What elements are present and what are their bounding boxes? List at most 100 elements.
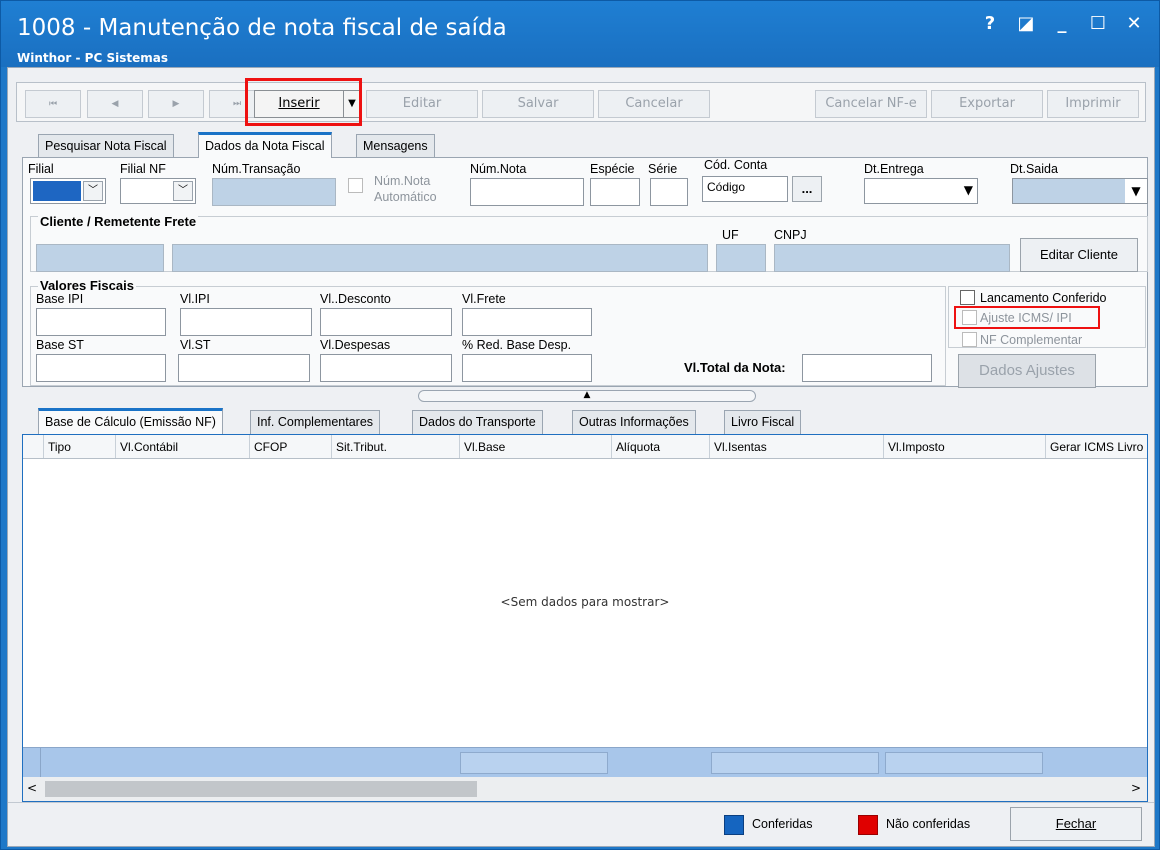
vl-desconto-field[interactable] xyxy=(320,308,452,336)
tab-dados-transporte[interactable]: Dados do Transporte xyxy=(412,410,543,434)
num-transacao-field[interactable] xyxy=(212,178,336,206)
fechar-button[interactable]: Fechar xyxy=(1010,807,1142,841)
uf-label: UF xyxy=(722,228,739,242)
maximize-icon[interactable]: ☐ xyxy=(1087,13,1109,34)
nao-conferidas-legend-label: Não conferidas xyxy=(886,817,971,831)
tab-pesquisar-nota[interactable]: Pesquisar Nota Fiscal xyxy=(38,134,174,158)
cod-conta-field[interactable]: Código xyxy=(702,176,788,202)
vl-st-field[interactable] xyxy=(178,354,310,382)
num-nota-auto-label: Núm.Nota xyxy=(374,174,431,188)
especie-field[interactable] xyxy=(590,178,640,206)
editar-button[interactable]: Editar xyxy=(366,90,478,118)
cod-conta-label: Cód. Conta xyxy=(704,158,768,172)
tab-mensagens[interactable]: Mensagens xyxy=(356,134,435,158)
status-bar: Conferidas Não conferidas Fechar xyxy=(8,802,1154,846)
tab-base-calculo[interactable]: Base de Cálculo (Emissão NF) xyxy=(38,408,223,434)
grid-header: Tipo Vl.Contábil CFOP Sit.Tribut. Vl.Bas… xyxy=(23,435,1147,459)
dt-entrega-label: Dt.Entrega xyxy=(864,162,924,176)
cancelar-button[interactable]: Cancelar xyxy=(598,90,710,118)
vl-total-label: Vl.Total da Nota: xyxy=(684,360,786,375)
grid-indicator-col xyxy=(23,435,43,458)
red-base-desp-label: % Red. Base Desp. xyxy=(462,338,572,352)
num-nota-field[interactable] xyxy=(470,178,584,206)
col-vl-contabil[interactable]: Vl.Contábil xyxy=(115,435,249,458)
chevron-down-icon: ﹀ xyxy=(173,181,193,201)
base-ipi-field[interactable] xyxy=(36,308,166,336)
filial-nf-select[interactable]: ﹀ xyxy=(120,178,196,204)
vl-ipi-label: Vl.IPI xyxy=(180,292,210,306)
summary-vl-base xyxy=(460,752,608,774)
scroll-thumb[interactable] xyxy=(45,781,477,797)
title-bar: 1008 - Manutenção de nota fiscal de saíd… xyxy=(1,1,1159,67)
cnpj-field[interactable] xyxy=(774,244,1010,272)
red-base-desp-field[interactable] xyxy=(462,354,592,382)
chevron-up-icon: ▲ xyxy=(583,390,591,400)
cancelar-nfe-button[interactable]: Cancelar NF-e xyxy=(815,90,927,118)
cliente-codigo-field[interactable] xyxy=(36,244,164,272)
lancamento-conferido-checkbox[interactable] xyxy=(960,290,975,305)
serie-field[interactable] xyxy=(650,178,688,206)
splitter-handle[interactable]: ▲ xyxy=(418,390,756,402)
minimize-icon[interactable]: _ xyxy=(1051,13,1073,34)
col-vl-imposto[interactable]: Vl.Imposto xyxy=(883,435,1045,458)
cliente-nome-field[interactable] xyxy=(172,244,708,272)
scroll-right-icon[interactable]: > xyxy=(1131,781,1141,795)
num-nota-automatico-checkbox[interactable] xyxy=(348,178,363,193)
col-cfop[interactable]: CFOP xyxy=(249,435,331,458)
col-gerar-icms-livro[interactable]: Gerar ICMS Livro xyxy=(1045,435,1147,458)
main-panel: ⏮ ◀ ▶ ⏭ Inserir ▼ Editar Salvar Cancelar… xyxy=(7,67,1155,847)
filial-label: Filial xyxy=(28,162,54,176)
filial-select[interactable]: ﹀ xyxy=(30,178,106,204)
valores-fiscais-label: Valores Fiscais xyxy=(38,278,136,293)
conferidas-legend-swatch xyxy=(724,815,744,835)
base-ipi-label: Base IPI xyxy=(36,292,84,306)
conferidas-legend-label: Conferidas xyxy=(752,817,813,831)
editar-cliente-button[interactable]: Editar Cliente xyxy=(1020,238,1138,272)
window-title: 1008 - Manutenção de nota fiscal de saíd… xyxy=(17,15,507,41)
vl-ipi-field[interactable] xyxy=(180,308,312,336)
dados-ajustes-button[interactable]: Dados Ajustes xyxy=(958,354,1096,388)
prev-record-button[interactable]: ◀ xyxy=(87,90,143,118)
num-transacao-label: Núm.Transação xyxy=(212,162,301,176)
exportar-button[interactable]: Exportar xyxy=(931,90,1043,118)
uf-field[interactable] xyxy=(716,244,766,272)
window-controls: ? ◪ _ ☐ ✕ xyxy=(979,13,1145,34)
tab-livro-fiscal[interactable]: Livro Fiscal xyxy=(724,410,802,434)
lancamento-conferido-label: Lancamento Conferido xyxy=(980,291,1107,305)
dt-entrega-picker[interactable]: ▼ xyxy=(864,178,978,204)
ajuste-icms-highlight xyxy=(954,306,1100,329)
horizontal-scrollbar[interactable]: < > xyxy=(23,777,1147,801)
help-icon[interactable]: ? xyxy=(979,13,1001,34)
cod-conta-lookup-button[interactable]: ... xyxy=(792,176,822,202)
especie-label: Espécie xyxy=(590,162,635,176)
base-st-field[interactable] xyxy=(36,354,166,382)
inserir-highlight xyxy=(245,78,362,126)
nf-complementar-checkbox[interactable] xyxy=(962,332,977,347)
salvar-button[interactable]: Salvar xyxy=(482,90,594,118)
vl-despesas-field[interactable] xyxy=(320,354,452,382)
col-sit-tribut[interactable]: Sit.Tribut. xyxy=(331,435,459,458)
first-record-button[interactable]: ⏮ xyxy=(25,90,81,118)
tab-inf-complementares[interactable]: Inf. Complementares xyxy=(250,410,381,434)
dt-saida-picker[interactable]: ▼ xyxy=(1012,178,1148,204)
summary-vl-imposto xyxy=(885,752,1043,774)
col-vl-isentas[interactable]: Vl.Isentas xyxy=(709,435,883,458)
serie-label: Série xyxy=(648,162,678,176)
col-tipo[interactable]: Tipo xyxy=(43,435,115,458)
cliente-group-label: Cliente / Remetente Frete xyxy=(38,214,199,229)
vl-frete-field[interactable] xyxy=(462,308,592,336)
tab-outras-informacoes[interactable]: Outras Informações xyxy=(572,410,696,434)
vl-total-field[interactable] xyxy=(802,354,932,382)
tab-dados-nota[interactable]: Dados da Nota Fiscal xyxy=(198,132,332,158)
scroll-left-icon[interactable]: < xyxy=(27,781,37,795)
window-subtitle: Winthor - PC Sistemas xyxy=(17,51,168,65)
close-icon[interactable]: ✕ xyxy=(1123,13,1145,34)
col-aliquota[interactable]: Alíquota xyxy=(611,435,709,458)
grid-summary-row xyxy=(23,747,1147,777)
vl-despesas-label: Vl.Despesas xyxy=(320,338,391,352)
restore-icon[interactable]: ◪ xyxy=(1015,13,1037,34)
imprimir-button[interactable]: Imprimir xyxy=(1047,90,1139,118)
col-vl-base[interactable]: Vl.Base xyxy=(459,435,611,458)
next-record-button[interactable]: ▶ xyxy=(148,90,204,118)
chevron-down-icon: ﹀ xyxy=(83,181,103,201)
